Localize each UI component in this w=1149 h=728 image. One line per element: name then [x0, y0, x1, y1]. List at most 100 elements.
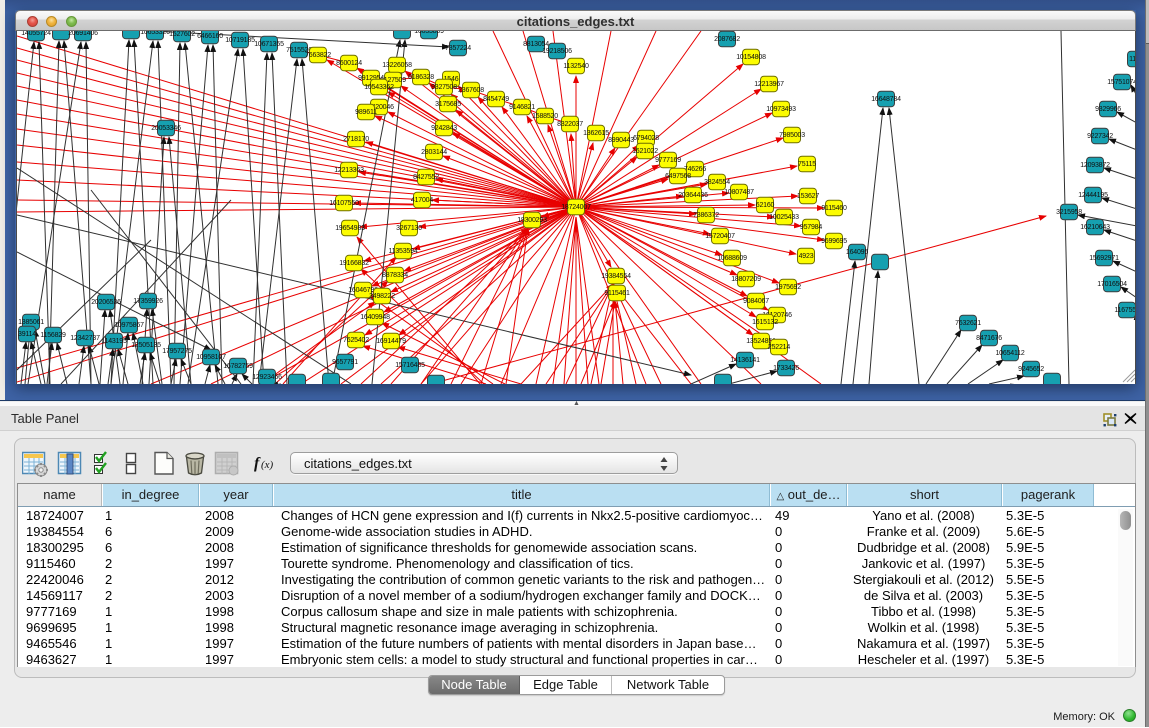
svg-text:10543362: 10543362	[364, 84, 394, 91]
svg-text:17957275: 17957275	[162, 348, 192, 355]
svg-text:8427552: 8427552	[413, 174, 439, 181]
svg-text:(x): (x)	[261, 459, 274, 471]
svg-text:13226058: 13226058	[382, 62, 412, 69]
svg-text:6794028: 6794028	[633, 135, 659, 142]
svg-text:17016504: 17016504	[1097, 281, 1127, 288]
svg-text:19166832: 19166832	[339, 260, 369, 267]
svg-text:f: f	[254, 455, 261, 472]
svg-text:16033809: 16033809	[414, 31, 444, 35]
svg-text:10973493: 10973493	[766, 106, 796, 113]
svg-text:3215958: 3215958	[1056, 209, 1082, 216]
svg-text:10654112: 10654112	[995, 350, 1024, 357]
svg-text:9227342: 9227342	[1087, 133, 1113, 140]
svg-text:12923466: 12923466	[252, 374, 282, 381]
svg-text:8454749: 8454749	[483, 96, 509, 103]
svg-text:14055724: 14055724	[21, 31, 51, 37]
svg-text:16409948: 16409948	[360, 314, 390, 321]
svg-text:17359926: 17359926	[133, 298, 163, 305]
svg-text:9084067: 9084067	[743, 298, 769, 305]
svg-text:16107550: 16107550	[329, 200, 359, 207]
svg-text:10688609: 10688609	[717, 255, 747, 262]
svg-text:12505135: 12505135	[131, 342, 161, 349]
svg-text:2803144: 2803144	[421, 149, 447, 156]
svg-text:9242843: 9242843	[431, 125, 457, 132]
svg-text:10653326: 10653326	[140, 31, 170, 36]
svg-text:1143195: 1143195	[101, 338, 127, 345]
svg-text:10807487: 10807487	[724, 189, 754, 196]
svg-text:1733426: 1733426	[773, 365, 799, 372]
svg-text:7386372: 7386372	[693, 212, 719, 219]
svg-text:1385061: 1385061	[18, 319, 44, 326]
svg-text:20364436: 20364436	[678, 192, 708, 199]
svg-text:10719185: 10719185	[225, 37, 255, 44]
svg-text:1975692: 1975692	[775, 284, 801, 291]
svg-text:1621022: 1621022	[632, 148, 658, 155]
svg-text:2367608: 2367608	[458, 87, 484, 94]
svg-text:8186328: 8186328	[408, 74, 434, 81]
svg-text:9657791: 9657791	[332, 359, 358, 366]
svg-text:1117: 1117	[1129, 56, 1136, 63]
svg-text:15716485: 15716485	[395, 362, 425, 369]
svg-text:3824554: 3824554	[704, 179, 730, 186]
svg-text:12213967: 12213967	[754, 81, 784, 88]
svg-text:8813054: 8813054	[523, 41, 549, 48]
svg-text:3498222: 3498222	[369, 293, 395, 300]
svg-text:11353594: 11353594	[388, 248, 417, 255]
svg-text:16210643: 16210643	[1080, 224, 1110, 231]
svg-text:16782759: 16782759	[223, 363, 253, 370]
svg-text:9777169: 9777169	[655, 157, 681, 164]
svg-text:3175685: 3175685	[435, 101, 461, 108]
svg-text:18807209: 18807209	[731, 276, 761, 283]
svg-text:9327508: 9327508	[431, 84, 457, 91]
svg-text:6497568: 6497568	[665, 173, 691, 180]
svg-text:746266: 746266	[684, 166, 706, 173]
svg-text:8990443: 8990443	[608, 137, 634, 144]
svg-text:75115: 75115	[798, 161, 816, 168]
svg-text:7985003: 7985003	[779, 132, 805, 139]
svg-text:9245652: 9245652	[1018, 366, 1044, 373]
svg-text:417004: 417004	[411, 197, 433, 204]
svg-text:20206526: 20206526	[91, 299, 121, 306]
svg-text:4923: 4923	[799, 253, 814, 260]
svg-text:10671355: 10671355	[254, 41, 284, 48]
svg-text:16914479: 16914479	[376, 338, 406, 345]
svg-text:7625402: 7625402	[343, 337, 369, 344]
svg-text:252214: 252214	[768, 344, 790, 351]
svg-text:12444195: 12444195	[1078, 192, 1108, 199]
svg-text:12093872: 12093872	[1080, 162, 1110, 169]
svg-text:989611: 989611	[355, 109, 377, 116]
svg-text:9146821: 9146821	[509, 104, 535, 111]
svg-text:15751074: 15751074	[1107, 79, 1136, 86]
svg-text:1615132: 1615132	[752, 319, 778, 326]
svg-text:10025433: 10025433	[769, 214, 799, 221]
svg-text:12213363: 12213363	[334, 167, 364, 174]
svg-text:8471676: 8471676	[976, 335, 1002, 342]
svg-text:15720407: 15720407	[705, 233, 735, 240]
svg-text:8878334: 8878334	[382, 272, 408, 279]
svg-text:14136141: 14136141	[730, 357, 760, 364]
svg-text:19654983: 19654983	[335, 225, 365, 232]
svg-text:10958107: 10958107	[196, 354, 226, 361]
svg-text:8600124: 8600124	[336, 60, 362, 67]
svg-text:1132540: 1132540	[563, 63, 589, 70]
svg-text:9115460: 9115460	[821, 205, 847, 212]
svg-text:9329966: 9329966	[1095, 106, 1121, 113]
svg-text:1167553: 1167553	[1114, 307, 1136, 314]
svg-text:10154808: 10154808	[736, 54, 766, 61]
svg-text:8322037: 8322037	[557, 121, 583, 128]
svg-text:6466160: 6466160	[197, 33, 223, 40]
svg-text:164095: 164095	[846, 249, 868, 256]
svg-text:18300293: 18300293	[517, 217, 547, 224]
svg-text:19218506: 19218506	[542, 48, 572, 55]
svg-text:7663822: 7663822	[305, 52, 331, 59]
svg-text:20691406: 20691406	[68, 31, 98, 37]
svg-text:2718170: 2718170	[343, 136, 369, 143]
svg-text:7632621: 7632621	[955, 320, 981, 327]
svg-text:9115461: 9115461	[604, 290, 630, 297]
svg-text:18724007: 18724007	[561, 204, 591, 211]
svg-text:9699695: 9699695	[821, 238, 847, 245]
svg-text:39114: 39114	[18, 331, 36, 338]
svg-text:7357224: 7357224	[445, 45, 471, 52]
svg-text:1362615: 1362615	[583, 130, 609, 137]
svg-text:1527602: 1527602	[169, 31, 195, 38]
